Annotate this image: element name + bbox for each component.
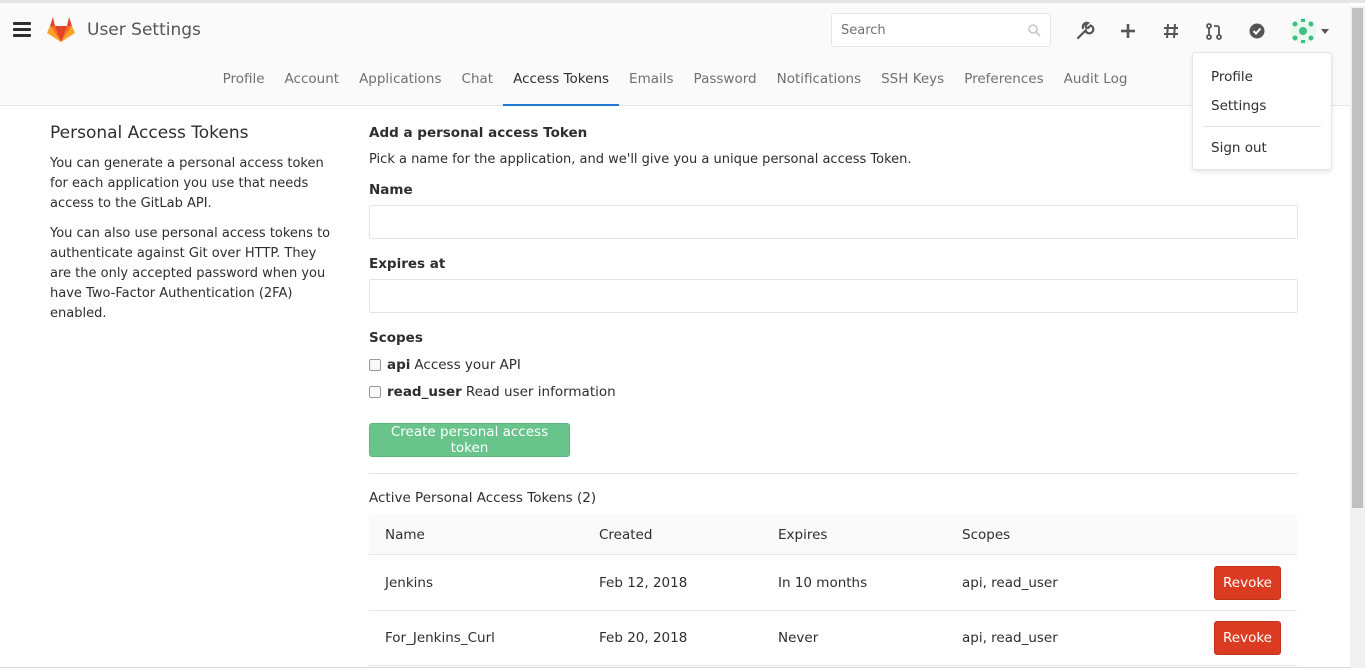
app-title: User Settings — [87, 20, 201, 40]
plus-icon[interactable] — [1117, 20, 1139, 42]
tab-applications[interactable]: Applications — [349, 67, 451, 106]
todo-check-icon[interactable] — [1246, 20, 1268, 42]
section-title: Personal Access Tokens — [50, 123, 249, 143]
tab-chat[interactable]: Chat — [452, 67, 504, 106]
hash-icon[interactable] — [1160, 20, 1182, 42]
page: User Settings Search Profile Account App… — [0, 0, 1365, 668]
token-created: Feb 20, 2018 — [599, 630, 688, 646]
expires-field[interactable] — [369, 279, 1298, 313]
column-header-created: Created — [599, 527, 653, 543]
gitlab-logo[interactable] — [46, 14, 76, 44]
user-avatar[interactable] — [1290, 18, 1316, 44]
tab-profile[interactable]: Profile — [213, 67, 275, 106]
tab-emails[interactable]: Emails — [619, 67, 684, 106]
user-dropdown-menu: Profile Settings Sign out — [1192, 52, 1332, 170]
wrench-icon[interactable] — [1074, 20, 1096, 42]
table-row: Jenkins Feb 12, 2018 In 10 months api, r… — [369, 556, 1297, 611]
merge-request-icon[interactable] — [1203, 20, 1225, 42]
search-input[interactable] — [831, 13, 1051, 47]
tab-account[interactable]: Account — [275, 67, 350, 106]
tokens-table-header: Name Created Expires Scopes — [369, 515, 1297, 555]
revoke-button[interactable]: Revoke — [1214, 621, 1281, 655]
token-created: Feb 12, 2018 — [599, 575, 688, 591]
section-divider — [369, 473, 1298, 474]
form-heading: Add a personal access Token — [369, 125, 588, 141]
scope-read-user-checkbox[interactable] — [369, 386, 381, 398]
scope-api-row: api Access your API — [369, 357, 521, 373]
expires-label: Expires at — [369, 256, 446, 272]
tab-password[interactable]: Password — [684, 67, 767, 106]
section-description-2: You can also use personal access tokens … — [50, 226, 331, 321]
column-header-name: Name — [385, 527, 425, 543]
menu-item-profile[interactable]: Profile — [1211, 69, 1253, 85]
scope-api-name: api — [387, 357, 411, 373]
tab-audit-log[interactable]: Audit Log — [1054, 67, 1138, 106]
scrollbar-thumb[interactable] — [1352, 8, 1363, 508]
search-icon — [1028, 24, 1041, 37]
tab-ssh-keys[interactable]: SSH Keys — [871, 67, 954, 106]
settings-tabs: Profile Account Applications Chat Access… — [0, 67, 1350, 106]
token-expires: Never — [778, 630, 819, 646]
menu-icon[interactable] — [13, 22, 31, 38]
scope-read-user-row: read_user Read user information — [369, 384, 616, 400]
column-header-expires: Expires — [778, 527, 828, 543]
column-header-scopes: Scopes — [962, 527, 1011, 543]
name-label: Name — [369, 182, 413, 198]
revoke-button[interactable]: Revoke — [1214, 566, 1281, 600]
name-field[interactable] — [369, 205, 1298, 239]
avatar-dropdown-caret-icon[interactable] — [1321, 29, 1329, 34]
top-header: User Settings Search Profile Account App… — [0, 3, 1350, 106]
tab-preferences[interactable]: Preferences — [954, 67, 1053, 106]
scope-read-user-description: Read user information — [465, 384, 616, 400]
tab-notifications[interactable]: Notifications — [767, 67, 872, 106]
menu-item-settings[interactable]: Settings — [1211, 98, 1266, 114]
form-description: Pick a name for the application, and we'… — [369, 152, 912, 167]
scope-api-checkbox[interactable] — [369, 359, 381, 371]
token-name: For_Jenkins_Curl — [385, 630, 495, 646]
token-scopes: api, read_user — [962, 575, 1058, 591]
table-row: For_Jenkins_Curl Feb 20, 2018 Never api,… — [369, 611, 1297, 666]
token-name: Jenkins — [385, 575, 434, 591]
menu-divider — [1203, 126, 1321, 127]
token-expires: In 10 months — [778, 575, 868, 591]
scope-read-user-name: read_user — [387, 384, 462, 400]
scope-api-description: Access your API — [414, 357, 521, 373]
active-tokens-heading: Active Personal Access Tokens (2) — [369, 490, 597, 506]
token-scopes: api, read_user — [962, 630, 1058, 646]
scopes-label: Scopes — [369, 330, 423, 346]
create-token-button[interactable]: Create personal access token — [369, 423, 570, 457]
tab-access-tokens[interactable]: Access Tokens — [503, 67, 620, 106]
section-description-1: You can generate a personal access token… — [50, 156, 324, 211]
menu-item-sign-out[interactable]: Sign out — [1211, 140, 1267, 156]
